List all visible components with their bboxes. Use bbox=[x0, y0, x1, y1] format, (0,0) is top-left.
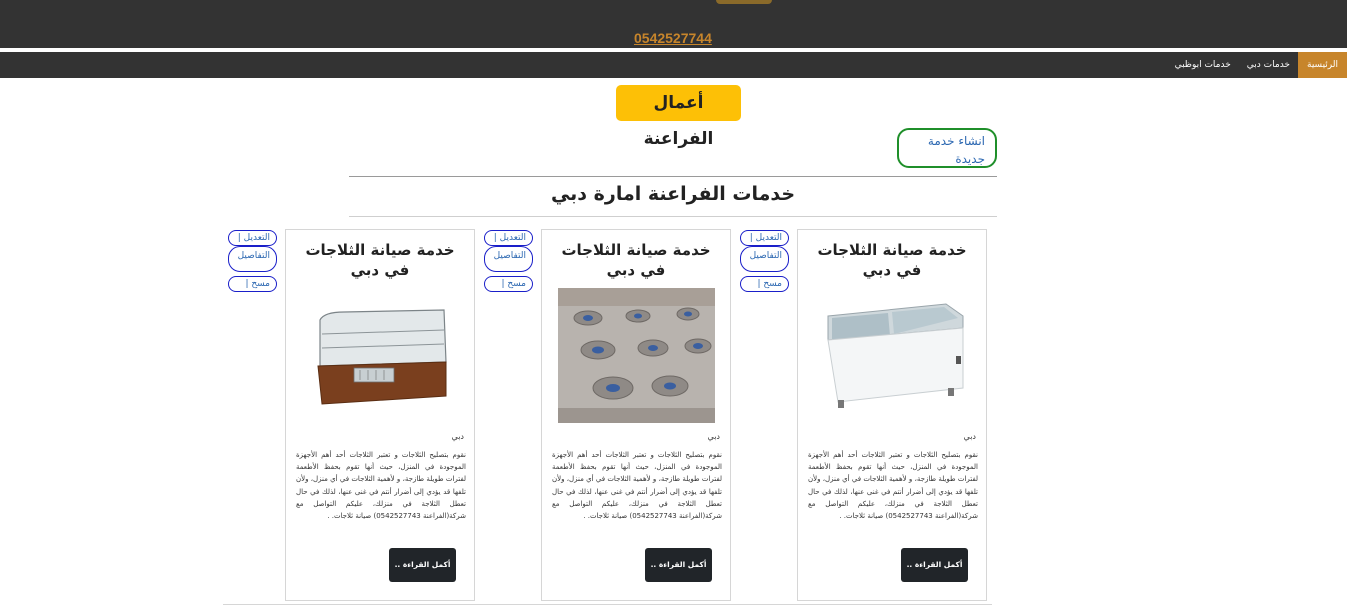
site-header: 0542527744 bbox=[0, 0, 1347, 48]
edit-link[interactable]: التعديل | bbox=[740, 230, 789, 246]
phone-link[interactable]: 0542527744 bbox=[634, 30, 712, 46]
display-fridge-image[interactable] bbox=[314, 308, 450, 408]
nav-item-abudhabi-services[interactable]: خدمات ابوظبي bbox=[1167, 52, 1239, 78]
details-link[interactable]: التفاصيل bbox=[228, 246, 277, 272]
card-description: نقوم بتصليح الثلاجات و تعتبر الثلاجات أح… bbox=[552, 451, 722, 521]
card-description: نقوم بتصليح الثلاجات و تعتبر الثلاجات أح… bbox=[808, 451, 978, 521]
service-card: خدمة صيانة الثلاجات في دبي دبي نقوم بتصل… bbox=[797, 229, 987, 601]
card-description: نقوم بتصليح الثلاجات و تعتبر الثلاجات أح… bbox=[296, 451, 466, 521]
delete-link[interactable]: مسح | bbox=[740, 276, 789, 292]
service-card: خدمة صيانة الثلاجات في دبي دبي نقوم بتصل… bbox=[541, 229, 731, 601]
create-service-button[interactable]: انشاء خدمة جديدة bbox=[897, 128, 997, 168]
read-more-button[interactable]: أكمل القراءة .. bbox=[389, 548, 456, 582]
card-city: دبي bbox=[707, 432, 720, 441]
cards-bottom-divider bbox=[223, 604, 992, 605]
gas-stove-image[interactable] bbox=[558, 288, 715, 423]
nav-item-dubai-services[interactable]: خدمات دبي bbox=[1239, 52, 1298, 78]
delete-link[interactable]: مسح | bbox=[484, 276, 533, 292]
service-card: خدمة صيانة الثلاجات في دبي دبي نقوم بتصل… bbox=[285, 229, 475, 601]
read-more-button[interactable]: أكمل القراءة .. bbox=[901, 548, 968, 582]
edit-link[interactable]: التعديل | bbox=[228, 230, 277, 246]
page-title: أعمال الفراعنة bbox=[616, 85, 741, 149]
logo-image bbox=[716, 0, 772, 4]
chest-freezer-image[interactable] bbox=[818, 296, 968, 414]
main-navbar: الرئيسية خدمات دبي خدمات ابوظبي bbox=[0, 52, 1347, 78]
section-divider-bottom bbox=[349, 216, 997, 217]
section-divider-top bbox=[349, 176, 997, 177]
nav-item-home[interactable]: الرئيسية bbox=[1298, 52, 1347, 78]
card-title: خدمة صيانة الثلاجات في دبي bbox=[817, 241, 967, 279]
read-more-button[interactable]: أكمل القراءة .. bbox=[645, 548, 712, 582]
card-title: خدمة صيانة الثلاجات في دبي bbox=[305, 241, 455, 279]
card-city: دبي bbox=[451, 432, 464, 441]
card-title: خدمة صيانة الثلاجات في دبي bbox=[561, 241, 711, 279]
edit-link[interactable]: التعديل | bbox=[484, 230, 533, 246]
section-title: خدمات الفراعنة امارة دبي bbox=[550, 183, 796, 205]
delete-link[interactable]: مسح | bbox=[228, 276, 277, 292]
details-link[interactable]: التفاصيل bbox=[740, 246, 789, 272]
details-link[interactable]: التفاصيل bbox=[484, 246, 533, 272]
card-city: دبي bbox=[963, 432, 976, 441]
